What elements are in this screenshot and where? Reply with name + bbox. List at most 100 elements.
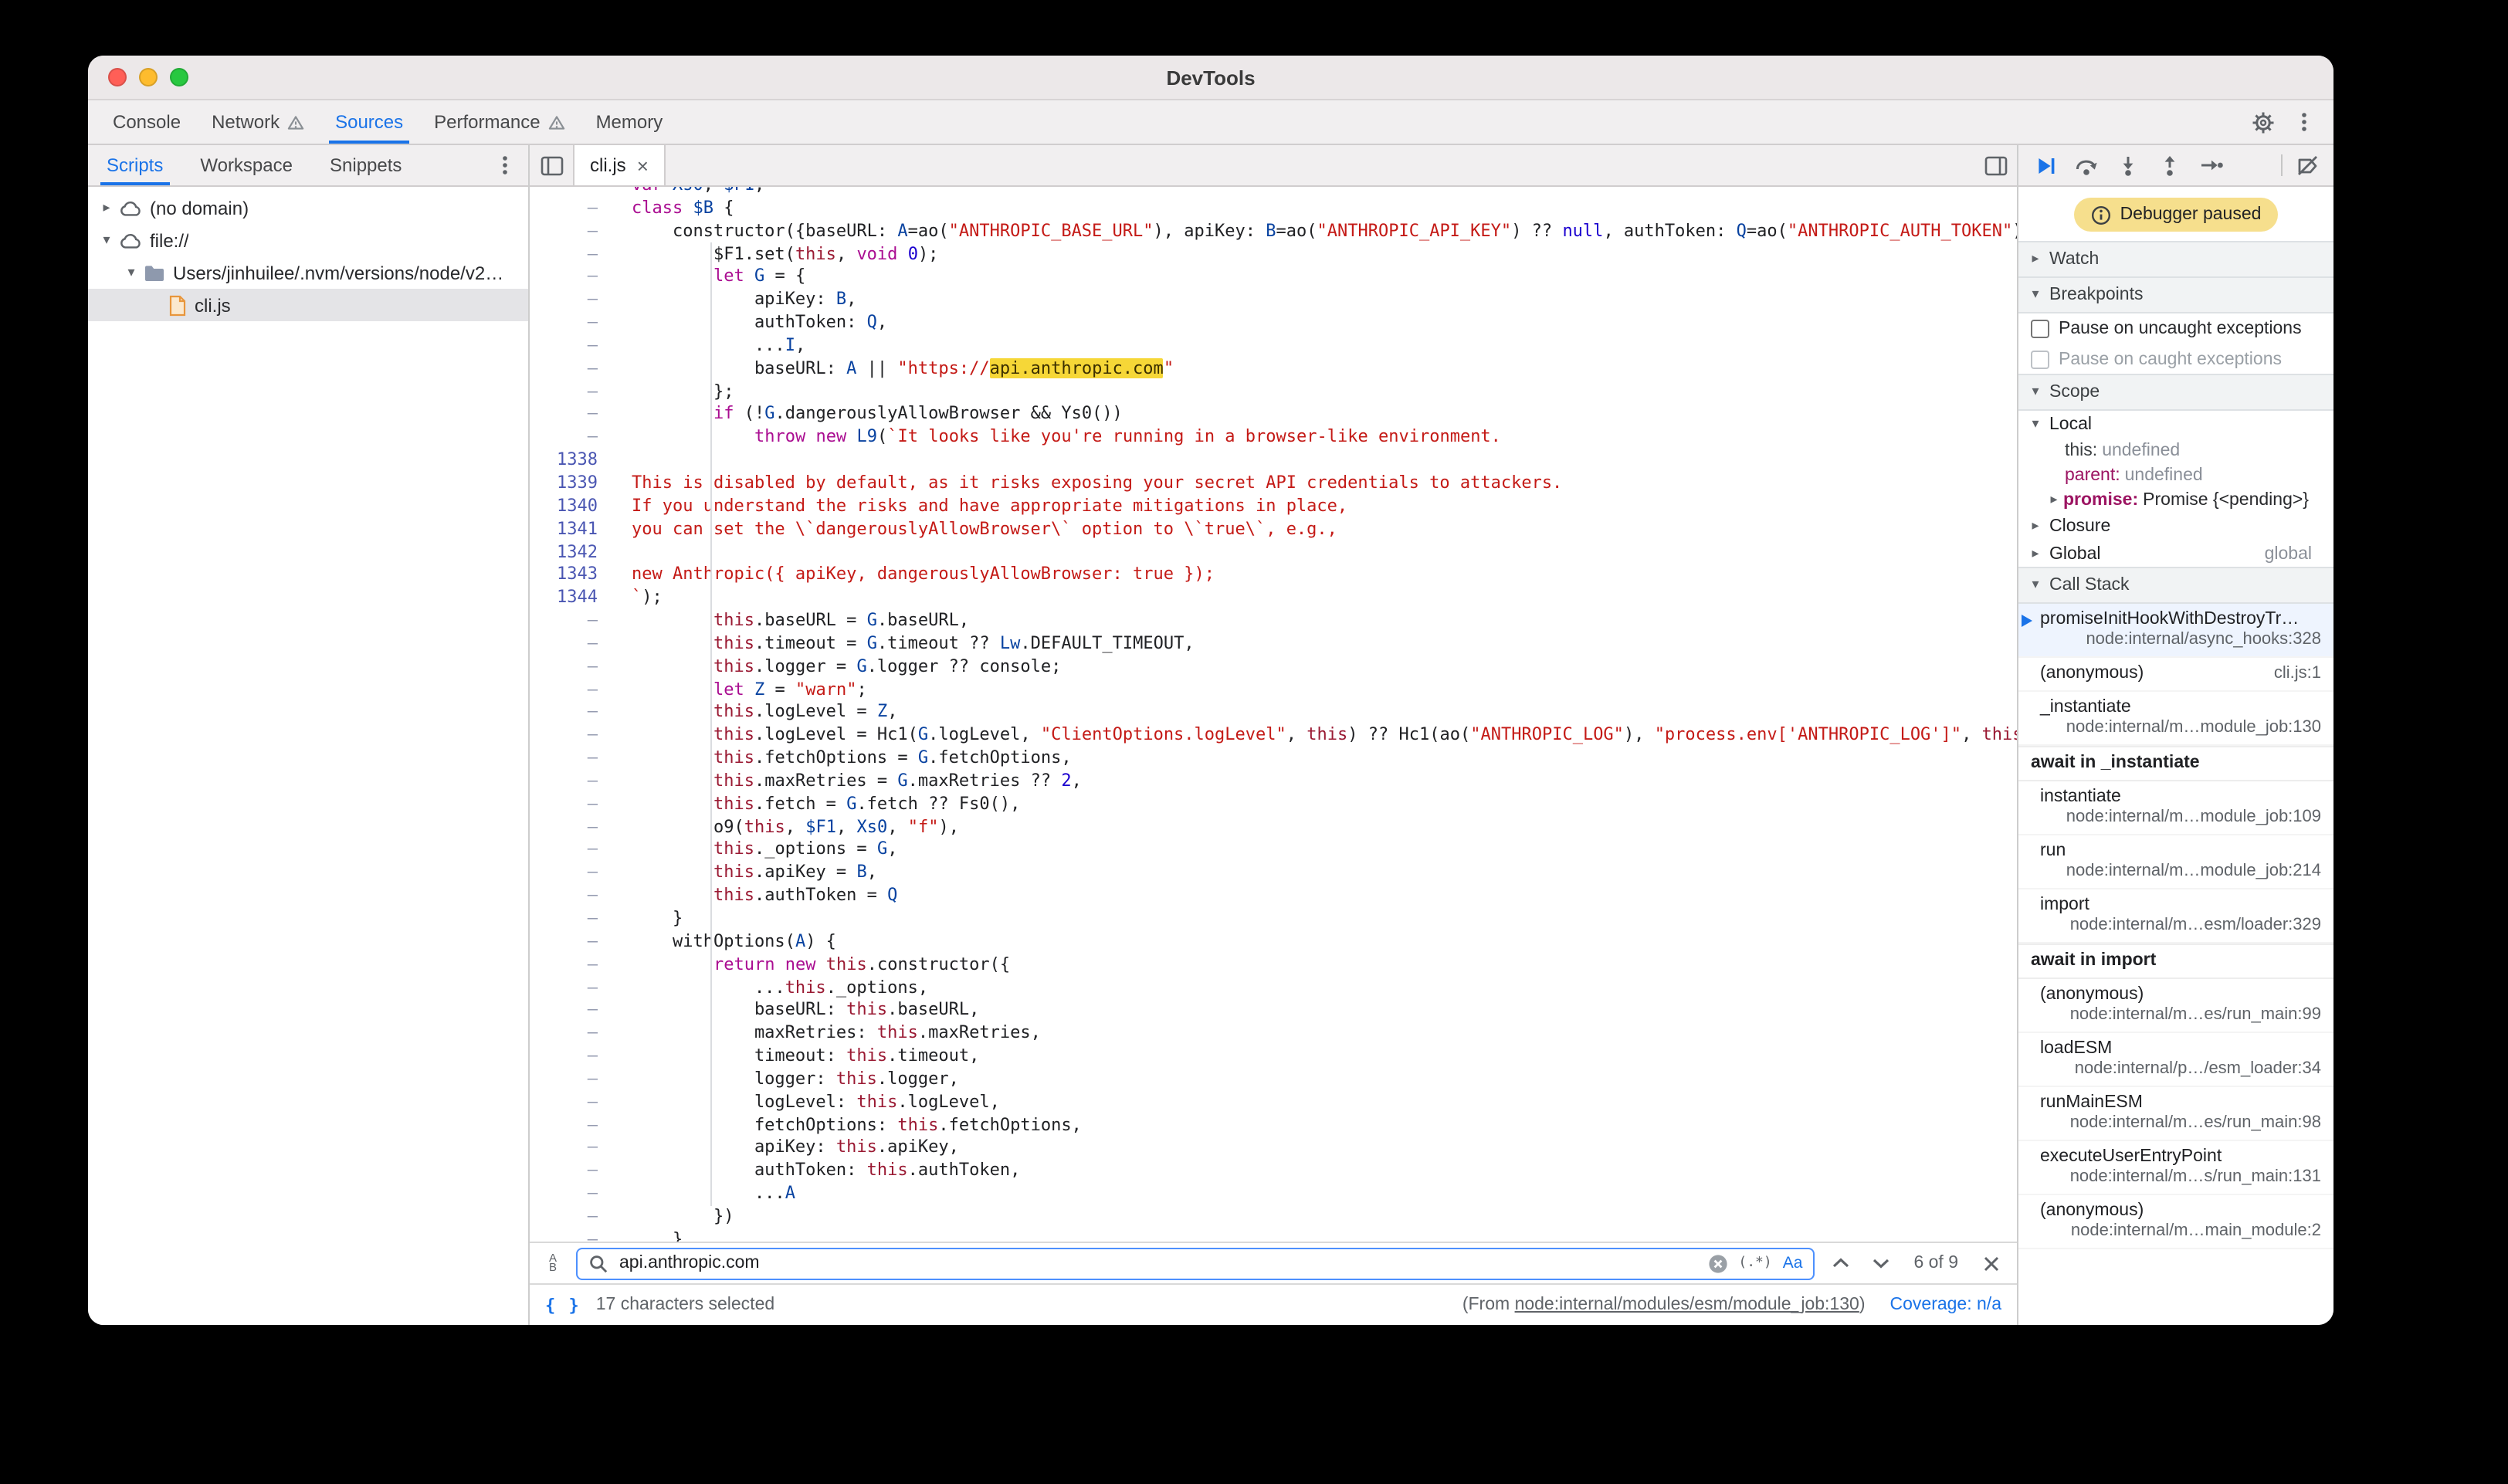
line-number[interactable]: –	[530, 1160, 616, 1184]
line-number[interactable]: –	[530, 931, 616, 954]
code-text[interactable]: ...this._options,	[616, 977, 928, 1000]
stack-frame[interactable]: _instantiatenode:internal/m…module_job:1…	[2018, 692, 2333, 746]
section-breakpoints[interactable]: ▾ Breakpoints	[2018, 276, 2333, 313]
line-number[interactable]: –	[530, 266, 616, 290]
line-number[interactable]: –	[530, 656, 616, 679]
code-text[interactable]: If you understand the risks and have app…	[616, 496, 1347, 519]
code-text[interactable]	[616, 541, 632, 564]
navigator-tab-workspace[interactable]: Workspace	[181, 145, 311, 185]
scope-closure[interactable]: ▸ Closure	[2018, 513, 2333, 540]
line-number[interactable]: –	[530, 977, 616, 1000]
tree-item-file-cli-js[interactable]: cli.js	[88, 289, 528, 321]
code-text[interactable]: this.fetch = G.fetch ?? Fs0(),	[616, 794, 1020, 817]
line-number[interactable]: –	[530, 1092, 616, 1115]
stack-frame[interactable]: executeUserEntryPointnode:internal/m…s/r…	[2018, 1141, 2333, 1195]
stack-frame[interactable]: loadESMnode:internal/p…/esm_loader:34	[2018, 1033, 2333, 1087]
stack-frame[interactable]: (anonymous)cli.js:1	[2018, 658, 2333, 692]
line-number[interactable]: –	[530, 1069, 616, 1092]
stack-frame[interactable]: runMainESMnode:internal/m…es/run_main:98	[2018, 1087, 2333, 1141]
breakpoint-option[interactable]: Pause on uncaught exceptions	[2018, 313, 2333, 344]
line-number[interactable]: –	[530, 633, 616, 656]
navigator-tab-snippets[interactable]: Snippets	[311, 145, 420, 185]
tab-sources[interactable]: Sources	[320, 100, 419, 144]
line-number[interactable]: –	[530, 1022, 616, 1045]
breakpoint-option[interactable]: Pause on caught exceptions	[2018, 344, 2333, 375]
more-tabs-button[interactable]	[494, 154, 528, 176]
close-button[interactable]	[108, 68, 127, 86]
stack-frame[interactable]: (anonymous)node:internal/m…main_module:2	[2018, 1195, 2333, 1249]
code-text[interactable]: this.authToken = Q	[616, 885, 897, 908]
chevron-collapsed-icon[interactable]: ▸	[97, 200, 116, 215]
code-text[interactable]: authToken: Q,	[616, 312, 887, 335]
stack-frame[interactable]: (anonymous)node:internal/m…es/run_main:9…	[2018, 979, 2333, 1033]
search-input[interactable]: (.*) Aa	[576, 1247, 1815, 1279]
toggle-navigator-button[interactable]	[530, 145, 573, 185]
regex-icon[interactable]: (.*)	[1738, 1255, 1771, 1271]
code-text[interactable]: baseURL: A || "https://api.anthropic.com…	[616, 358, 1174, 381]
chevron-expanded-icon[interactable]: ▾	[97, 232, 116, 248]
stack-frame[interactable]: instantiatenode:internal/m…module_job:10…	[2018, 781, 2333, 835]
line-number[interactable]: –	[530, 610, 616, 633]
stack-frame[interactable]: promiseInitHookWithDestroyTr…node:intern…	[2018, 604, 2333, 658]
scope-global[interactable]: ▸ Global global	[2018, 540, 2333, 568]
titlebar[interactable]: DevTools	[88, 56, 2333, 100]
line-number[interactable]: –	[530, 1229, 616, 1242]
code-text[interactable]: constructor({baseURL: A=ao("ANTHROPIC_BA…	[616, 220, 2017, 243]
code-text[interactable]: timeout: this.timeout,	[616, 1045, 979, 1069]
checkbox-icon[interactable]	[2031, 351, 2049, 369]
step-out-button[interactable]	[2153, 148, 2187, 182]
line-number[interactable]: –	[530, 381, 616, 404]
line-number[interactable]: 1343	[530, 564, 616, 588]
match-case-icon[interactable]: Aa	[1783, 1254, 1803, 1272]
code-text[interactable]: this._options = G,	[616, 839, 897, 862]
minimize-button[interactable]	[139, 68, 158, 86]
code-text[interactable]: throw new L9(`It looks like you're runni…	[616, 427, 1501, 450]
step-button[interactable]	[2194, 148, 2228, 182]
line-number[interactable]: –	[530, 1114, 616, 1137]
code-text[interactable]: logger: this.logger,	[616, 1069, 959, 1092]
line-number[interactable]: 1338	[530, 449, 616, 473]
code-text[interactable]: authToken: this.authToken,	[616, 1160, 1020, 1184]
line-number[interactable]: –	[530, 335, 616, 358]
more-options-button[interactable]	[2293, 111, 2315, 133]
code-text[interactable]: return new this.constructor({	[616, 954, 1010, 977]
deactivate-breakpoints-button[interactable]	[2290, 148, 2324, 182]
line-number[interactable]: –	[530, 404, 616, 427]
line-number[interactable]: –	[530, 816, 616, 839]
search-query-field[interactable]	[619, 1254, 1696, 1272]
code-text[interactable]: })	[616, 1206, 734, 1229]
code-text[interactable]: let Z = "warn";	[616, 679, 867, 702]
line-number[interactable]: –	[530, 794, 616, 817]
source-origin-link[interactable]: node:internal/modules/esm/module_job:130	[1515, 1296, 1859, 1314]
tree-item-file-scheme[interactable]: ▾file://	[88, 224, 528, 256]
navigator-tab-scripts[interactable]: Scripts	[88, 145, 181, 185]
tab-performance[interactable]: Performance	[419, 100, 580, 144]
stack-frame[interactable]: importnode:internal/m…esm/loader:329	[2018, 889, 2333, 944]
line-number[interactable]: –	[530, 427, 616, 450]
code-text[interactable]: $F1.set(this, void 0);	[616, 243, 938, 266]
code-text[interactable]: ...A	[616, 1183, 795, 1206]
line-number[interactable]: –	[530, 702, 616, 725]
replace-toggle-icon[interactable]: A B	[542, 1253, 564, 1273]
code-text[interactable]: o9(this, $F1, Xs0, "f"),	[616, 816, 959, 839]
previous-match-button[interactable]	[1827, 1257, 1855, 1269]
settings-button[interactable]	[2252, 110, 2275, 134]
line-number[interactable]: –	[530, 198, 616, 221]
code-text[interactable]: logLevel: this.logLevel,	[616, 1092, 1000, 1115]
code-text[interactable]: apiKey: this.apiKey,	[616, 1137, 959, 1160]
step-over-button[interactable]	[2069, 148, 2103, 182]
line-number[interactable]: –	[530, 1045, 616, 1069]
line-number[interactable]: –	[530, 771, 616, 794]
code-text[interactable]: class $B {	[616, 198, 734, 221]
scope-local[interactable]: ▾ Local	[2018, 411, 2333, 439]
line-number[interactable]: 1340	[530, 496, 616, 519]
code-text[interactable]: this.logLevel = Hc1(G.logLevel, "ClientO…	[616, 725, 2017, 748]
close-tab-icon[interactable]: ×	[637, 155, 649, 175]
code-text[interactable]: this.timeout = G.timeout ?? Lw.DEFAULT_T…	[616, 633, 1195, 656]
chevron-expanded-icon[interactable]: ▾	[122, 265, 141, 280]
code-text[interactable]	[616, 449, 632, 473]
section-scope[interactable]: ▾ Scope	[2018, 374, 2333, 411]
chevron-collapsed-icon[interactable]: ▸	[2045, 493, 2063, 508]
tab-memory[interactable]: Memory	[581, 100, 679, 144]
scope-variable-parent[interactable]: parent: undefined	[2018, 463, 2333, 488]
